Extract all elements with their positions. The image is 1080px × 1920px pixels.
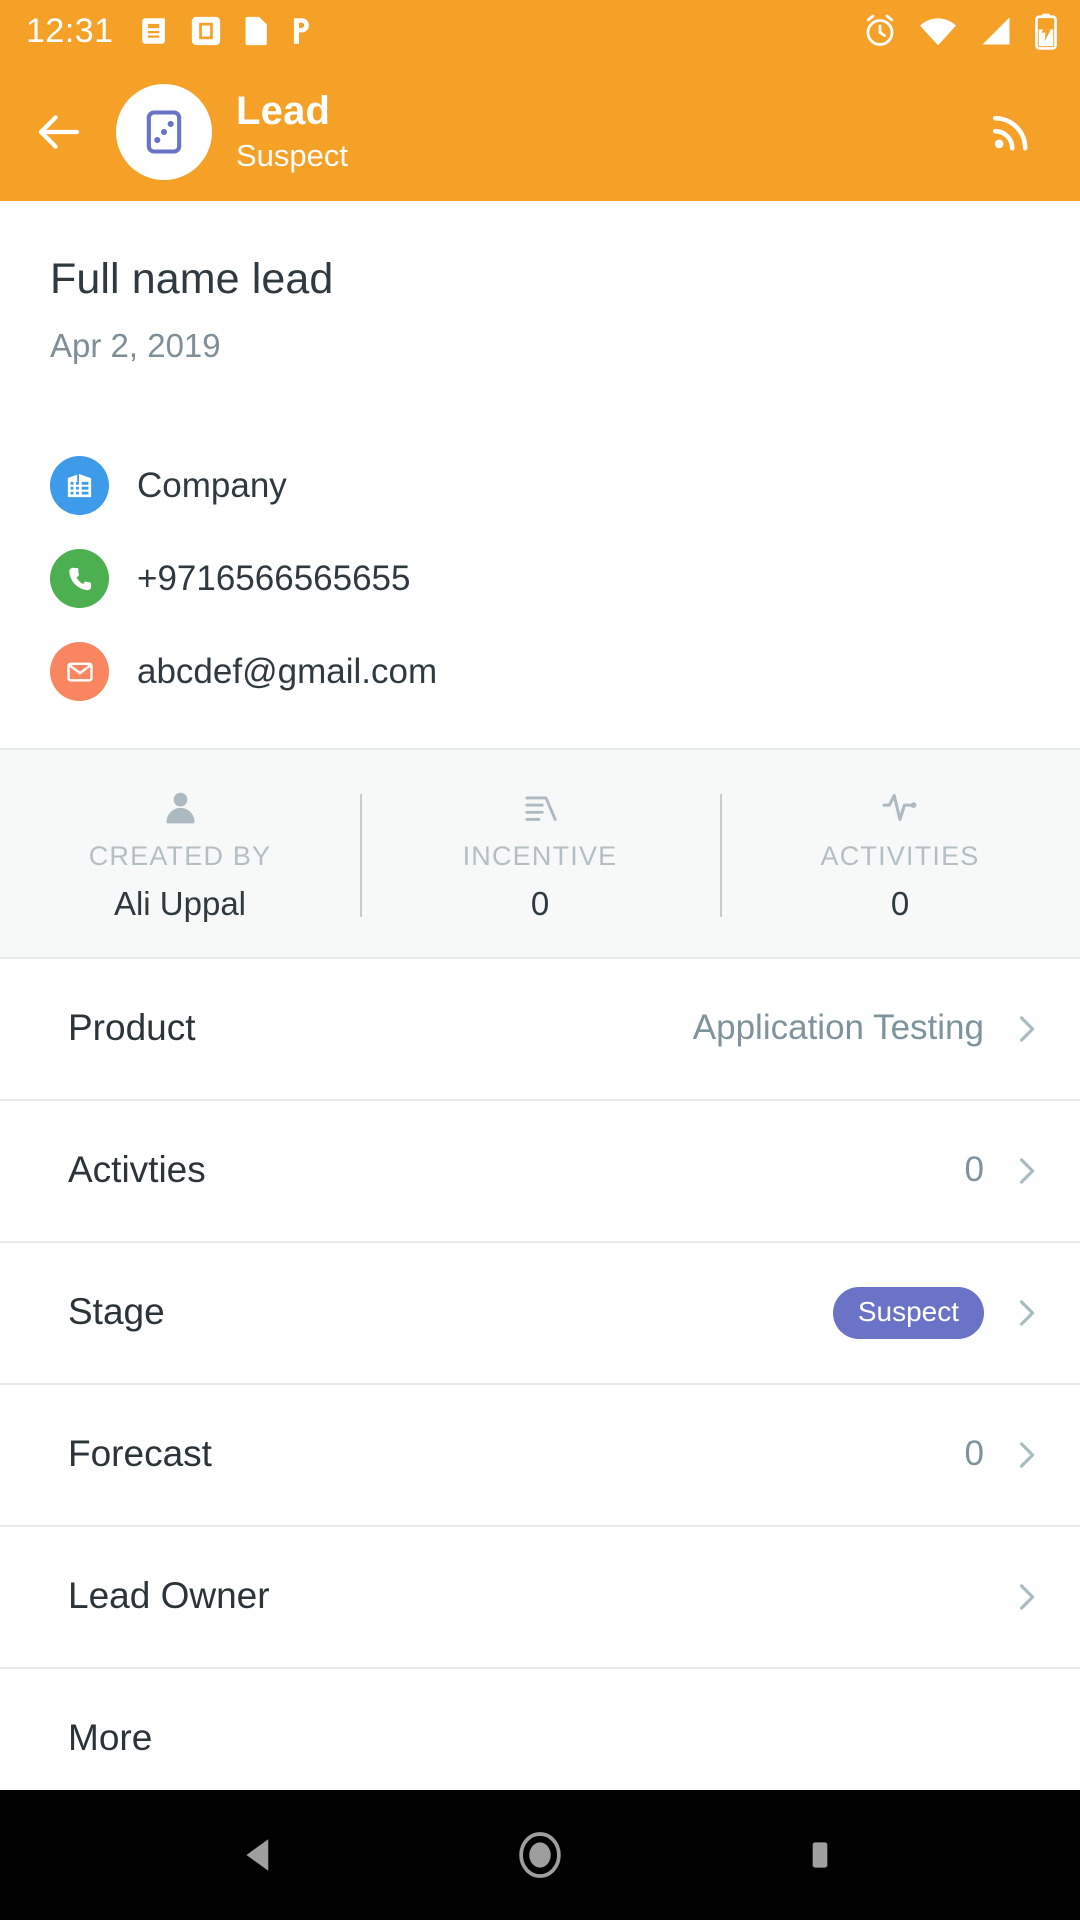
wifi-icon: [920, 18, 956, 46]
broadcast-button[interactable]: [976, 97, 1046, 167]
row-label: Stage: [68, 1291, 165, 1333]
chevron-right-icon: [1006, 1009, 1046, 1049]
android-recents-icon: [812, 1842, 828, 1868]
page-title: Lead: [236, 89, 331, 133]
row-label: Lead Owner: [68, 1575, 270, 1617]
stat-value: Ali Uppal: [113, 884, 247, 922]
stat-label: ACTIVITIES: [820, 841, 980, 872]
phone-screen: 12:31 Lead Suspect Full name lead Apr 2,…: [0, 0, 1080, 1920]
android-recents-button[interactable]: [765, 1800, 875, 1910]
row-label: Product: [68, 1007, 196, 1049]
app-bar: Lead Suspect: [0, 62, 1080, 201]
android-home-icon: [519, 1832, 561, 1878]
chevron-right-icon: [1006, 1435, 1046, 1475]
row-value: Application Testing: [692, 1008, 984, 1048]
status-bar-system-icons: [862, 12, 1058, 50]
status-badge: Suspect: [832, 1286, 984, 1339]
sim-card-icon: [245, 16, 267, 46]
stat-value: 0: [530, 884, 550, 922]
person-icon: [160, 786, 201, 828]
status-bar-notification-icons: [138, 14, 314, 48]
row-label: Forecast: [68, 1433, 212, 1475]
email-envelope-icon: [50, 642, 109, 702]
row-stage[interactable]: Stage Suspect: [0, 1242, 1080, 1383]
stats-strip: CREATED BY Ali Uppal INCENTIVE 0 ACTIVIT…: [0, 748, 1080, 959]
p-app-icon: [293, 18, 309, 44]
status-bar: 12:31: [0, 0, 1080, 62]
android-nav-bar: [0, 1790, 1080, 1920]
arrow-left-icon: [38, 114, 80, 149]
row-value: 0: [964, 1434, 984, 1474]
row-label: Activties: [68, 1149, 206, 1191]
news-icon: [141, 18, 165, 44]
cell-signal-icon: [982, 17, 1010, 45]
stat-label: CREATED BY: [88, 841, 272, 872]
lead-card-icon: [146, 109, 182, 154]
chevron-right-icon: [1006, 1293, 1046, 1333]
row-value: 0: [964, 1150, 984, 1190]
row-forecast[interactable]: Forecast 0: [0, 1384, 1080, 1525]
status-bar-clock: 12:31: [26, 12, 114, 50]
row-label: More: [68, 1717, 153, 1759]
android-back-icon: [246, 1839, 269, 1871]
lead-full-name: Full name lead: [50, 255, 334, 303]
detail-field-list: Product Application Testing Activties 0 …: [0, 958, 1080, 1790]
contact-company-label: Company: [137, 465, 287, 505]
contact-list: Company +9716566565655 abcdef@gmail.com: [0, 405, 1080, 748]
alarm-icon: [866, 14, 894, 46]
contact-row-phone[interactable]: +9716566565655: [0, 532, 1080, 625]
stat-created-by: CREATED BY Ali Uppal: [0, 786, 360, 922]
android-home-button[interactable]: [485, 1800, 595, 1910]
activity-pulse-icon: [880, 786, 921, 828]
stat-label: INCENTIVE: [462, 841, 618, 872]
row-product[interactable]: Product Application Testing: [0, 958, 1080, 1099]
lead-created-date: Apr 2, 2019: [50, 327, 221, 365]
chevron-right-icon: [1006, 1151, 1046, 1191]
avatar[interactable]: [116, 83, 212, 180]
back-button[interactable]: [22, 95, 96, 169]
company-building-icon: [50, 456, 109, 516]
stat-value: 0: [890, 884, 910, 922]
app-bar-titles: Lead Suspect: [236, 89, 348, 174]
app-notification-icon: [191, 16, 220, 46]
row-more[interactable]: More: [0, 1668, 1080, 1790]
battery-charging-icon: [1035, 13, 1057, 50]
row-activities[interactable]: Activties 0: [0, 1100, 1080, 1241]
row-lead-owner[interactable]: Lead Owner: [0, 1526, 1080, 1667]
detail-content: Full name lead Apr 2, 2019 Company +9716…: [0, 201, 1080, 1790]
contact-row-company[interactable]: Company: [0, 439, 1080, 532]
stat-incentive: INCENTIVE 0: [360, 786, 720, 922]
stat-activities: ACTIVITIES 0: [720, 786, 1080, 922]
incentive-document-icon: [520, 786, 561, 828]
page-subtitle: Suspect: [236, 137, 349, 173]
lead-summary: Full name lead Apr 2, 2019: [0, 201, 1080, 405]
contact-email-label: abcdef@gmail.com: [137, 651, 438, 691]
contact-phone-label: +9716566565655: [137, 558, 411, 598]
rss-broadcast-icon: [992, 115, 1028, 151]
android-back-button[interactable]: [205, 1800, 315, 1910]
chevron-right-icon: [1006, 1577, 1046, 1617]
phone-icon: [50, 549, 109, 609]
contact-row-email[interactable]: abcdef@gmail.com: [0, 625, 1080, 718]
